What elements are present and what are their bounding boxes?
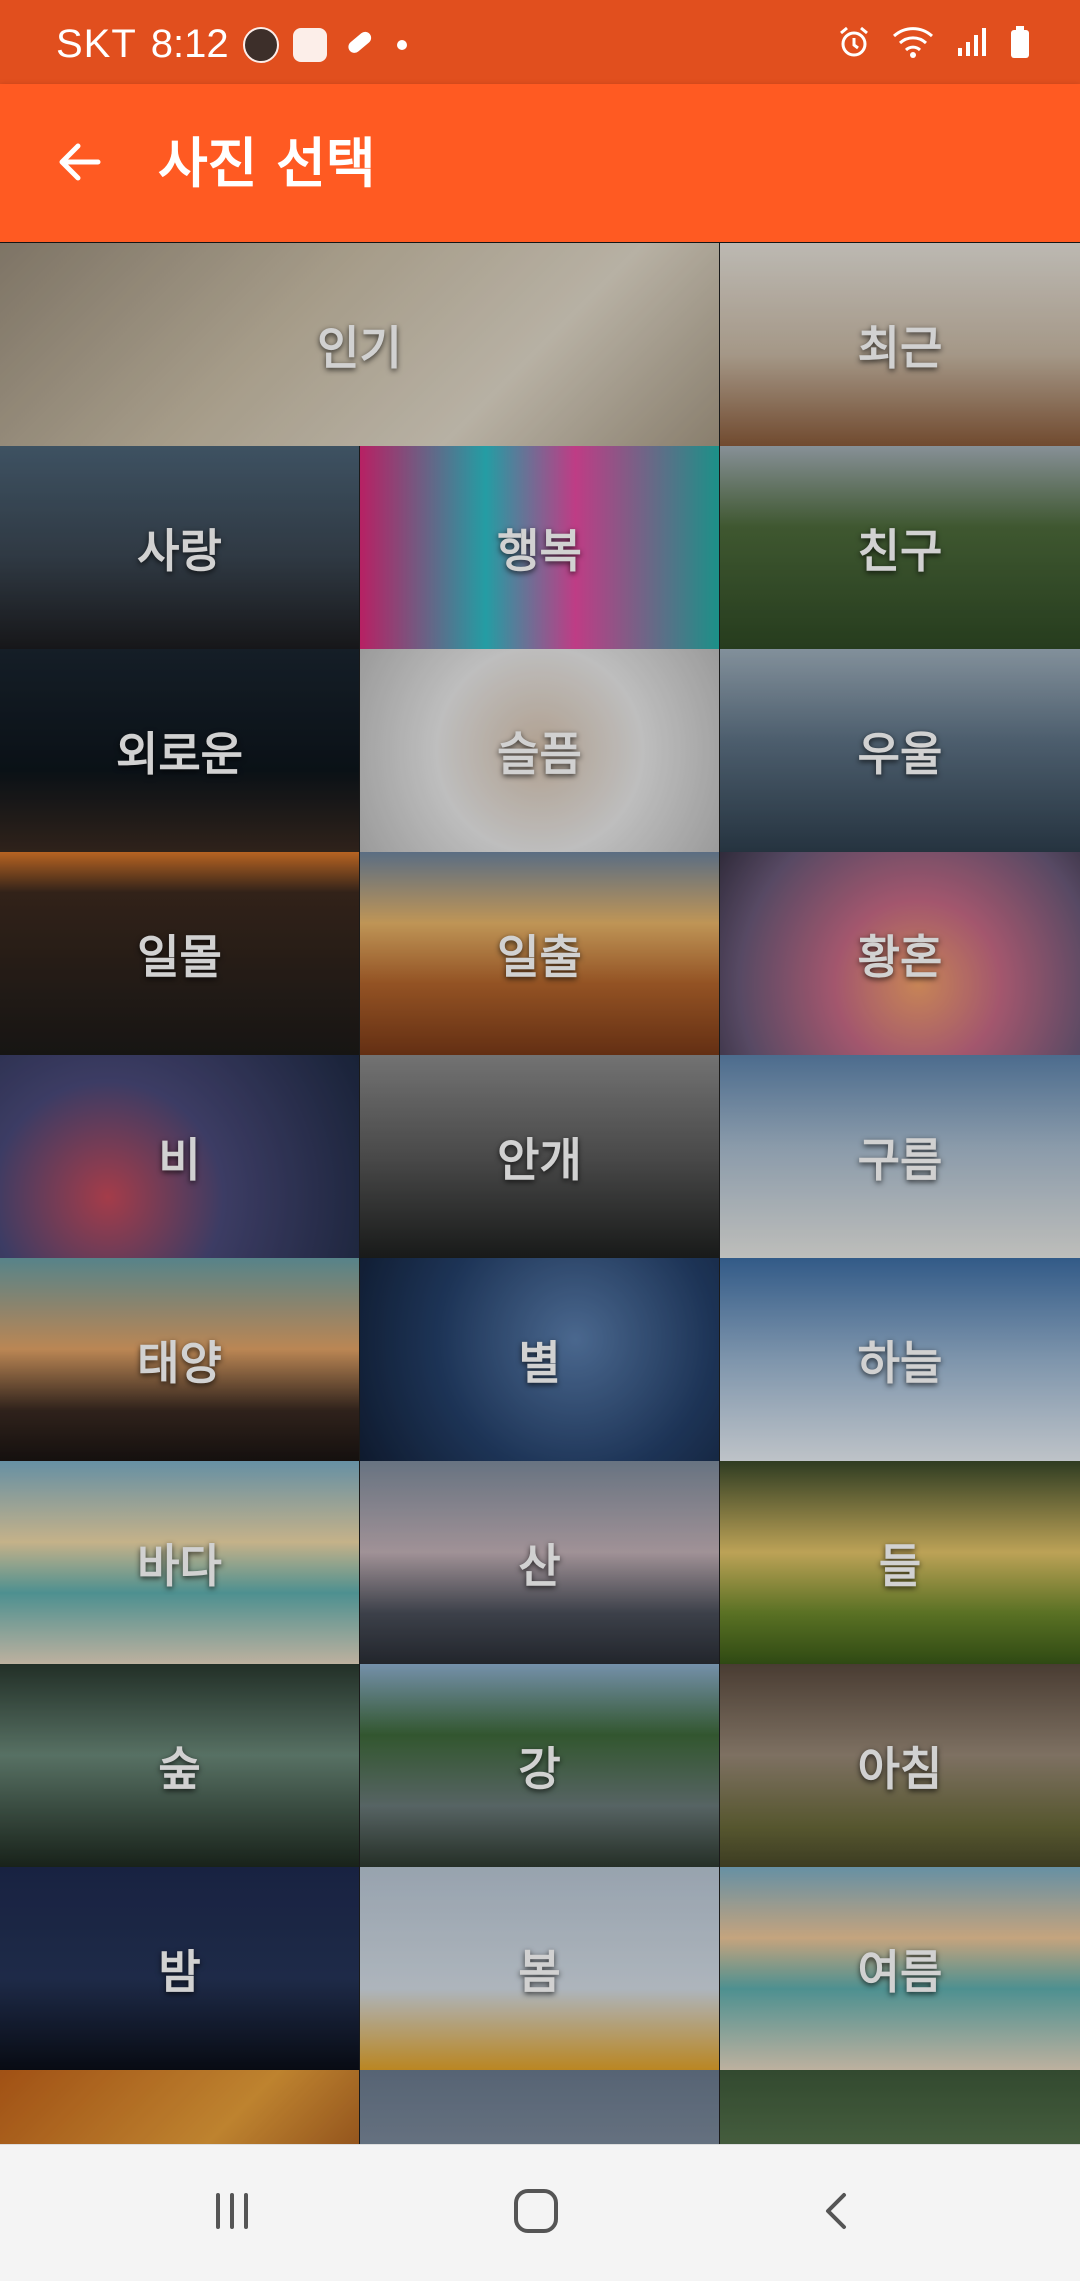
category-tile-rain[interactable]: 비	[0, 1055, 359, 1258]
category-tile-popular[interactable]: 인기	[0, 243, 719, 446]
category-label: 우울	[857, 726, 943, 781]
home-icon	[510, 2185, 562, 2241]
system-back-button[interactable]	[778, 2173, 898, 2253]
app-notification-icon	[242, 26, 279, 63]
category-tile-recent[interactable]: 최근	[720, 243, 1080, 446]
category-label: 들	[878, 1538, 922, 1593]
category-tile-river[interactable]: 강	[360, 1664, 719, 1867]
category-tile-morning[interactable]: 아침	[720, 1664, 1080, 1867]
category-label: 구름	[857, 1132, 943, 1187]
category-label: 일출	[497, 929, 582, 984]
battery-icon	[1008, 24, 1032, 64]
category-tile-cloud[interactable]: 구름	[720, 1055, 1080, 1258]
pill-notification-icon	[341, 25, 377, 65]
category-label: 여름	[857, 1944, 943, 1999]
category-tile-mountain[interactable]: 산	[360, 1461, 719, 1664]
category-tile-sunrise[interactable]: 일출	[360, 852, 719, 1055]
category-label: 바다	[137, 1538, 222, 1593]
category-label: 친구	[857, 523, 943, 578]
grid-row: 숲 강 아침	[0, 1664, 1080, 1867]
category-tile[interactable]	[0, 2070, 359, 2144]
category-tile-fog[interactable]: 안개	[360, 1055, 719, 1258]
category-tile-sky[interactable]: 하늘	[720, 1258, 1080, 1461]
carrier-label: SKT	[56, 22, 137, 66]
home-button[interactable]	[476, 2173, 596, 2253]
category-label: 아침	[857, 1741, 943, 1796]
grid-row: 외로운 슬픔 우울	[0, 649, 1080, 852]
category-label: 황혼	[857, 929, 943, 984]
arrow-left-icon	[52, 134, 108, 194]
status-bar: SKT 8:12	[0, 0, 1080, 84]
recent-apps-icon	[208, 2187, 256, 2239]
category-tile-spring[interactable]: 봄	[360, 1867, 719, 2070]
category-tile-happiness[interactable]: 행복	[360, 446, 719, 649]
category-label: 외로운	[116, 726, 243, 781]
category-label: 일몰	[137, 929, 222, 984]
category-tile-forest[interactable]: 숲	[0, 1664, 359, 1867]
category-tile-sun[interactable]: 태양	[0, 1258, 359, 1461]
grid-row	[0, 2070, 1080, 2144]
category-label: 산	[518, 1538, 561, 1593]
grid-row: 인기 최근	[0, 243, 1080, 446]
status-right	[836, 24, 1032, 64]
grid-row: 사랑 행복 친구	[0, 446, 1080, 649]
category-tile-friends[interactable]: 친구	[720, 446, 1080, 649]
category-label: 태양	[137, 1335, 222, 1390]
category-tile[interactable]	[720, 2070, 1080, 2144]
status-left: SKT 8:12	[56, 22, 407, 67]
back-button[interactable]	[44, 128, 116, 200]
signal-icon	[954, 24, 990, 64]
category-tile-sunset[interactable]: 일몰	[0, 852, 359, 1055]
alarm-icon	[836, 24, 872, 64]
navigation-bar	[0, 2144, 1080, 2281]
more-notifications-dot-icon	[396, 39, 407, 50]
category-label: 인기	[317, 320, 402, 375]
category-grid: 인기 최근 사랑 행복 친구 외로운 슬픔 우울 일몰 일출 황혼 비 안개 구…	[0, 243, 1080, 2144]
category-tile-summer[interactable]: 여름	[720, 1867, 1080, 2070]
category-label: 안개	[497, 1132, 582, 1187]
category-label: 숲	[158, 1741, 201, 1796]
clock: 8:12	[150, 22, 229, 66]
grid-row: 태양 별 하늘	[0, 1258, 1080, 1461]
grid-row: 비 안개 구름	[0, 1055, 1080, 1258]
category-label: 비	[158, 1132, 201, 1187]
category-label: 강	[518, 1741, 561, 1796]
category-tile[interactable]	[360, 2070, 719, 2144]
category-label: 슬픔	[497, 726, 582, 781]
category-tile-sadness[interactable]: 슬픔	[360, 649, 719, 852]
category-tile-twilight[interactable]: 황혼	[720, 852, 1080, 1055]
category-tile-sea[interactable]: 바다	[0, 1461, 359, 1664]
category-label: 사랑	[137, 523, 222, 578]
page-title: 사진 선택	[158, 132, 376, 195]
grid-row: 바다 산 들	[0, 1461, 1080, 1664]
category-tile-night[interactable]: 밤	[0, 1867, 359, 2070]
recent-apps-button[interactable]	[172, 2173, 292, 2253]
back-chevron-icon	[814, 2187, 862, 2239]
category-label: 행복	[497, 523, 582, 578]
category-tile-love[interactable]: 사랑	[0, 446, 359, 649]
grid-row: 일몰 일출 황혼	[0, 852, 1080, 1055]
category-tile-depression[interactable]: 우울	[720, 649, 1080, 852]
wifi-icon	[890, 24, 936, 64]
category-tile-star[interactable]: 별	[360, 1258, 719, 1461]
category-tile-field[interactable]: 들	[720, 1461, 1080, 1664]
category-label: 별	[518, 1335, 561, 1390]
app-bar: 사진 선택	[0, 84, 1080, 242]
category-tile-lonely[interactable]: 외로운	[0, 649, 359, 852]
category-label: 봄	[518, 1944, 561, 1999]
gallery-notification-icon	[292, 27, 327, 62]
category-label: 밤	[158, 1944, 201, 1999]
grid-row: 밤 봄 여름	[0, 1867, 1080, 2070]
category-label: 하늘	[857, 1335, 943, 1390]
category-label: 최근	[857, 320, 943, 375]
